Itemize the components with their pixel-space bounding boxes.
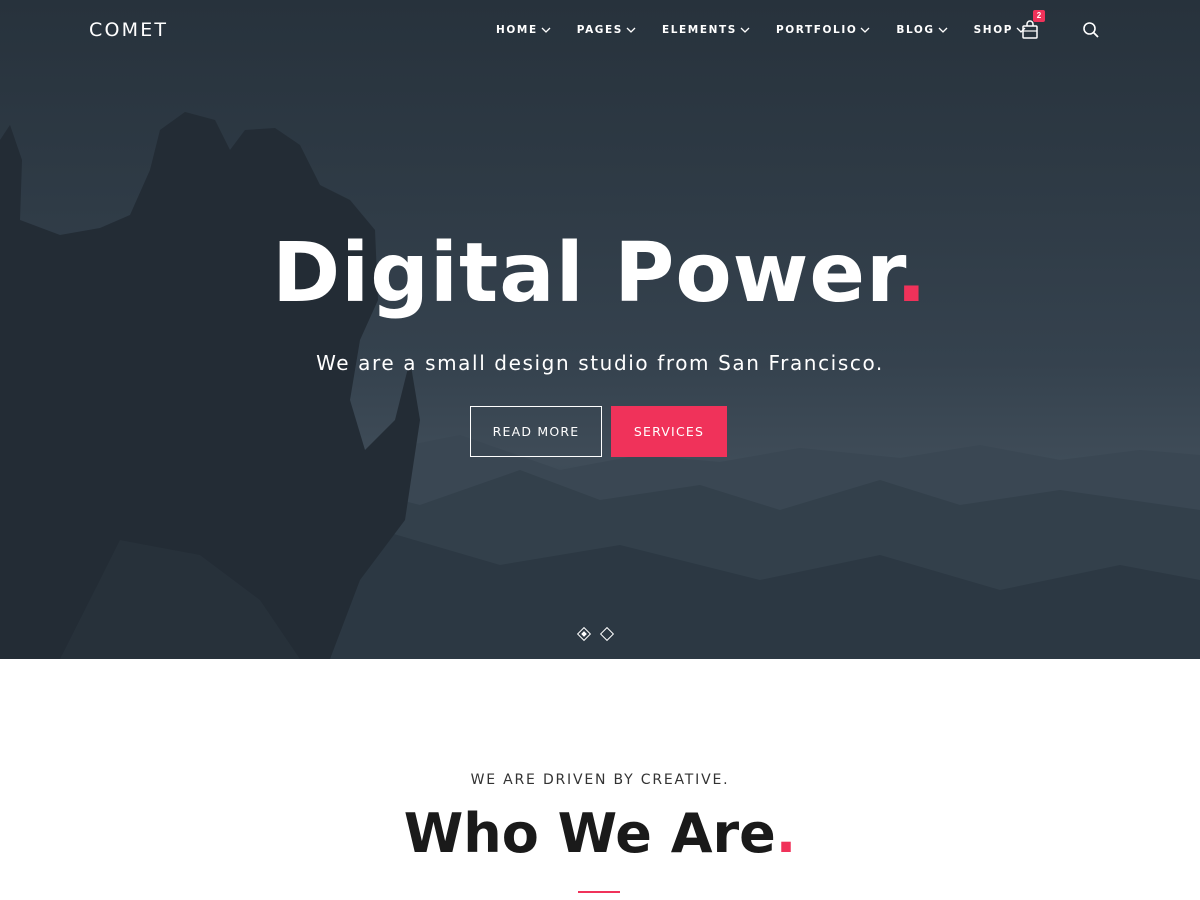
cart-count-badge: 2 <box>1033 10 1045 22</box>
menu-item-portfolio[interactable]: PORTFOLIO <box>776 22 870 38</box>
section-title-underline <box>578 891 620 893</box>
menu-item-shop[interactable]: SHOP <box>974 22 1026 38</box>
chevron-down-icon <box>860 27 870 33</box>
menu-item-blog[interactable]: BLOG <box>896 22 948 38</box>
site-logo[interactable]: COMET <box>89 19 168 41</box>
slider-dot-1[interactable] <box>576 626 592 642</box>
shopping-bag-icon[interactable] <box>1021 20 1039 40</box>
chevron-down-icon <box>626 27 636 33</box>
menu-item-label: PAGES <box>576 24 623 36</box>
menu-item-pages[interactable]: PAGES <box>577 22 636 38</box>
section-title: Who We Are. <box>0 802 1200 865</box>
hero-title-dot: . <box>895 226 928 321</box>
hero-title-text: Digital Power <box>272 226 896 321</box>
main-menu: HOME PAGES ELEMENTS PORTFOLIO BLOG SHOP <box>496 22 1052 38</box>
chevron-down-icon <box>938 27 948 33</box>
chevron-down-icon <box>541 27 551 33</box>
menu-item-elements[interactable]: ELEMENTS <box>662 22 750 38</box>
menu-item-home[interactable]: HOME <box>496 22 551 38</box>
menu-item-label: PORTFOLIO <box>775 24 858 36</box>
section-title-text: Who We Are <box>403 802 776 865</box>
search-icon[interactable] <box>1082 21 1100 39</box>
menu-item-label: HOME <box>496 24 538 36</box>
menu-item-label: BLOG <box>896 24 935 36</box>
hero-subtitle: We are a small design studio from San Fr… <box>316 351 884 375</box>
top-navigation: COMET HOME PAGES ELEMENTS PORTFOLIO BLOG <box>0 0 1200 60</box>
section-title-dot: . <box>775 802 797 865</box>
menu-item-label: ELEMENTS <box>661 24 737 36</box>
slider-pagination <box>576 626 625 642</box>
read-more-button[interactable]: READ MORE <box>470 406 602 457</box>
chevron-down-icon <box>740 27 750 33</box>
slider-dot-2[interactable] <box>599 626 615 642</box>
hero-background-image <box>0 0 1200 659</box>
hero-section: COMET HOME PAGES ELEMENTS PORTFOLIO BLOG <box>0 0 1200 659</box>
section-kicker: WE ARE DRIVEN BY CREATIVE. <box>470 772 730 788</box>
menu-item-label: SHOP <box>973 24 1014 36</box>
hero-title: Digital Power. <box>0 226 1200 321</box>
services-button[interactable]: SERVICES <box>611 406 727 457</box>
